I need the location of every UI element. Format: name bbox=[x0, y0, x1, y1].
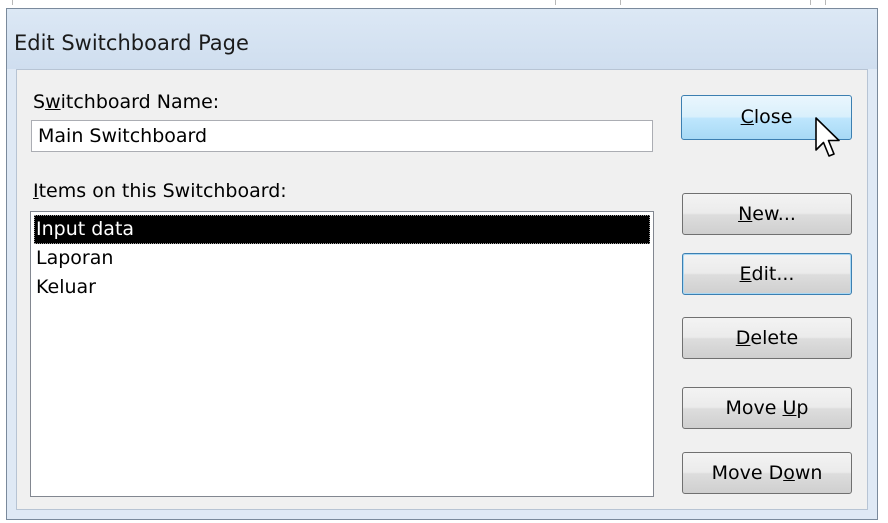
switchboard-name-input[interactable] bbox=[31, 120, 653, 152]
dialog-title-bar[interactable]: Edit Switchboard Page bbox=[7, 9, 877, 69]
delete-button[interactable]: Delete bbox=[682, 317, 852, 359]
list-item-keluar[interactable]: Keluar bbox=[34, 273, 650, 302]
switchboard-name-label: Switchboard Name: bbox=[33, 91, 220, 113]
new-button[interactable]: New... bbox=[682, 193, 852, 235]
dialog-title: Edit Switchboard Page bbox=[14, 31, 249, 55]
edit-button[interactable]: Edit... bbox=[682, 253, 852, 295]
move-down-button[interactable]: Move Down bbox=[682, 452, 852, 494]
top-edge-strip bbox=[0, 0, 888, 8]
list-item-input-data[interactable]: Input data bbox=[34, 215, 650, 244]
items-listbox[interactable]: Input data Laporan Keluar bbox=[30, 211, 654, 497]
list-item-laporan[interactable]: Laporan bbox=[34, 244, 650, 273]
arrow-cursor-icon bbox=[815, 117, 840, 157]
items-list-label: Items on this Switchboard: bbox=[33, 180, 287, 202]
move-up-button[interactable]: Move Up bbox=[682, 387, 852, 429]
